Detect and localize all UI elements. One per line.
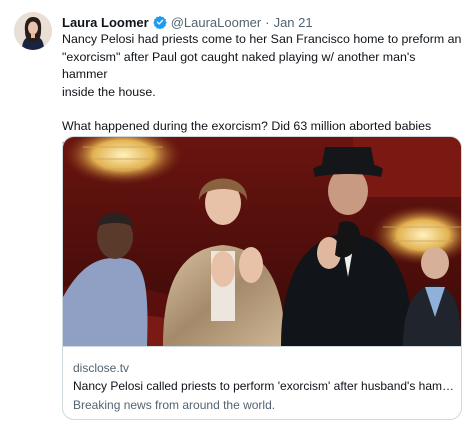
- tweet-paragraph-1: Nancy Pelosi had priests come to her San…: [62, 32, 462, 99]
- link-card-title: Nancy Pelosi called priests to perform '…: [73, 379, 457, 393]
- author-name[interactable]: Laura Loomer: [62, 15, 149, 30]
- avatar[interactable]: [14, 12, 52, 50]
- author-handle[interactable]: @LauraLoomer: [171, 15, 262, 30]
- link-card-description: Breaking news from around the world.: [73, 398, 276, 412]
- separator-dot: ·: [265, 14, 270, 30]
- link-card-footer: disclose.tv Nancy Pelosi called priests …: [63, 346, 461, 419]
- link-card-domain: disclose.tv: [73, 361, 130, 375]
- timestamp[interactable]: Jan 21: [274, 15, 313, 30]
- link-card-image: [63, 137, 461, 346]
- tweet-text: Nancy Pelosi had priests come to her San…: [62, 31, 462, 153]
- avatar-photo: [14, 12, 52, 50]
- tweet: Laura Loomer @LauraLoomer · Jan 21 Nancy…: [0, 0, 470, 424]
- tweet-header: Laura Loomer @LauraLoomer · Jan 21: [62, 13, 462, 31]
- link-card[interactable]: disclose.tv Nancy Pelosi called priests …: [62, 136, 462, 420]
- verified-badge-icon: [152, 15, 167, 29]
